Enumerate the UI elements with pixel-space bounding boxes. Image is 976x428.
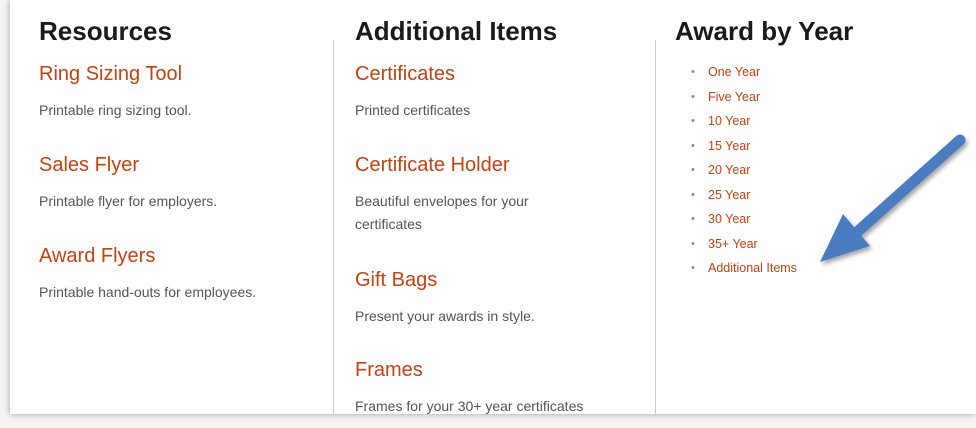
footer-content-panel: Resources Ring Sizing Tool Printable rin…: [10, 0, 976, 414]
pointer-arrow-icon: [820, 134, 966, 262]
